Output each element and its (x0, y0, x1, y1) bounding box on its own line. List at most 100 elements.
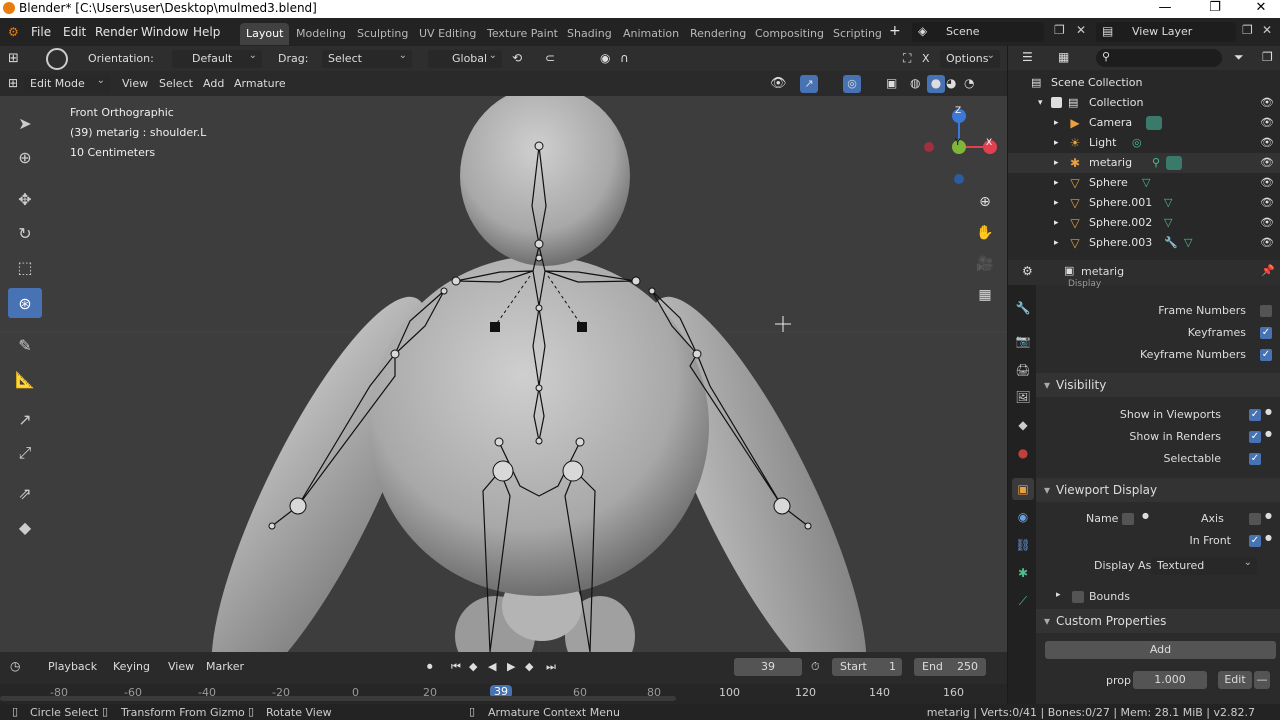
tool-tab-icon[interactable]: 🔧 (1012, 297, 1034, 319)
keyframe-dot-icon[interactable]: ● (1265, 511, 1272, 520)
custom-properties-panel-header[interactable]: Custom Properties (1036, 609, 1280, 633)
mesh-data-icon[interactable]: ▽ (1142, 173, 1150, 193)
select-tool-icon[interactable]: ➤ (8, 108, 42, 138)
frame-numbers-row[interactable]: Frame Numbers (1036, 300, 1280, 322)
keyframes-row[interactable]: Keyframes ✓ (1036, 322, 1280, 344)
visibility-eye-icon[interactable]: 👁 (1260, 173, 1274, 193)
expand-arrow-icon[interactable]: ▸ (1054, 133, 1059, 153)
view-layer-selector[interactable]: ▤ View Layer (1096, 22, 1236, 42)
options-dropdown[interactable]: Options (940, 47, 1000, 68)
editor-type-icon[interactable]: ⊞ (8, 75, 18, 93)
properties-editor-type-icon[interactable]: ⚙ (1022, 264, 1033, 278)
menu-window[interactable]: Window (141, 25, 188, 39)
outliner-row-collection[interactable]: ▾ ▤ Collection 👁 (1008, 93, 1280, 113)
world-tab-icon[interactable]: ● (1012, 442, 1034, 464)
x-mirror-toggle[interactable]: X (922, 50, 930, 68)
timeline-scrollbar[interactable] (0, 696, 676, 701)
bounds-row[interactable]: ▸ Bounds (1036, 586, 1280, 608)
bone-size-tool-icon[interactable]: ⤢ (8, 438, 42, 468)
tab-layout[interactable]: Layout (240, 23, 290, 45)
edit-property-button[interactable]: Edit (1218, 671, 1252, 689)
next-keyframe-icon[interactable]: ◆ (525, 658, 533, 676)
keyframe-dot-icon[interactable]: ● (1265, 429, 1272, 438)
mode-dropdown[interactable]: Edit Mode (24, 72, 110, 93)
camera-data-icon[interactable] (1146, 116, 1162, 130)
armature-data-icon[interactable] (1166, 156, 1182, 170)
tab-texture-paint[interactable]: Texture Paint (481, 23, 564, 45)
name-checkbox[interactable] (1122, 513, 1134, 525)
view-layer-tab-icon[interactable]: 🖼 (1012, 386, 1034, 408)
scene-selector[interactable]: ◈ Scene (912, 22, 1044, 42)
show-in-renders-checkbox[interactable]: ✓ (1249, 431, 1261, 443)
scene-tab-icon[interactable]: ◆ (1012, 414, 1034, 436)
visibility-eye-icon[interactable]: 👁 (1260, 213, 1274, 233)
bone-envelope-tool-icon[interactable]: ◆ (8, 512, 42, 542)
add-workspace-icon[interactable]: + (889, 23, 901, 39)
tab-animation[interactable]: Animation (617, 23, 685, 45)
scale-tool-icon[interactable]: ⬚ (8, 252, 42, 282)
transform-orientation-dropdown[interactable]: Global (428, 47, 502, 68)
rendered-shading-icon[interactable]: ◔ (964, 75, 974, 93)
minimize-button[interactable]: — (1142, 0, 1188, 18)
drag-dropdown[interactable]: Select Circle (322, 47, 412, 82)
visibility-panel-header[interactable]: Visibility (1036, 373, 1280, 397)
outliner-row-object[interactable]: ▸ ▽ Sphere ▽ 👁 (1008, 173, 1280, 193)
solid-shading-icon[interactable]: ● (927, 75, 945, 93)
visibility-eye-icon[interactable]: 👁 (1260, 113, 1274, 133)
delete-scene-icon[interactable]: ✕ (1076, 23, 1086, 37)
annotate-tool-icon[interactable]: ✎ (8, 330, 42, 360)
constraints-tab-icon[interactable]: ⛓ (1012, 534, 1034, 556)
physics-tab-icon[interactable]: ◉ (1012, 506, 1034, 528)
frame-numbers-checkbox[interactable] (1260, 305, 1272, 317)
tab-scripting[interactable]: Scripting (827, 23, 888, 45)
move-tool-icon[interactable]: ✥ (8, 184, 42, 214)
pan-hand-icon[interactable]: ✋ (972, 220, 998, 246)
visibility-eye-icon[interactable]: 👁 (770, 75, 787, 93)
tab-uv-editing[interactable]: UV Editing (413, 23, 482, 45)
extrude-tool-icon[interactable]: ⇗ (8, 478, 42, 508)
play-icon[interactable]: ▶ (507, 658, 515, 676)
keyframe-dot-icon[interactable]: ● (1265, 407, 1272, 416)
menu-playback[interactable]: Playback (48, 658, 97, 676)
material-shading-icon[interactable]: ◕ (946, 75, 956, 93)
menu-render[interactable]: Render (95, 25, 138, 39)
active-tool-icon[interactable] (46, 48, 68, 70)
blender-menu-icon[interactable]: ⚙ (8, 25, 19, 39)
record-icon[interactable]: ⏺ (427, 658, 433, 676)
menu-keying[interactable]: Keying (113, 658, 150, 676)
pivot-point-icon[interactable]: ⟲ (512, 50, 522, 68)
show-in-renders-row[interactable]: Show in Renders ✓ ● (1036, 426, 1280, 448)
in-front-row[interactable]: In Front ✓ ● (1036, 530, 1280, 552)
pin-icon[interactable]: 📌 (1261, 264, 1275, 277)
timeline-editor-type-icon[interactable]: ◷ (10, 658, 20, 676)
pose-icon[interactable]: ⚲ (1152, 153, 1160, 173)
expand-arrow-icon[interactable]: ▸ (1054, 173, 1059, 193)
mesh-data-icon[interactable]: ▽ (1184, 233, 1192, 253)
orientation-dropdown[interactable]: Default (172, 47, 262, 68)
keyframes-checkbox[interactable]: ✓ (1260, 327, 1272, 339)
jump-end-icon[interactable]: ⏭ (546, 658, 556, 676)
tab-modeling[interactable]: Modeling (290, 23, 352, 45)
outliner-row-object[interactable]: ▸ ▽ Sphere.001 ▽ 👁 (1008, 193, 1280, 213)
new-collection-icon[interactable]: ❐ (1262, 50, 1273, 64)
keyframe-numbers-row[interactable]: Keyframe Numbers ✓ (1036, 344, 1280, 366)
roll-tool-icon[interactable]: ↗ (8, 404, 42, 434)
rotate-tool-icon[interactable]: ↻ (8, 218, 42, 248)
wireframe-shading-icon[interactable]: ◍ (910, 75, 920, 93)
falloff-icon[interactable]: ∩ (620, 50, 629, 68)
expand-arrow-icon[interactable]: ▸ (1056, 590, 1061, 600)
play-reverse-icon[interactable]: ◀ (488, 658, 496, 676)
outliner-row-object[interactable]: ▸ ▶ Camera 👁 (1008, 113, 1280, 133)
measure-tool-icon[interactable]: 📐 (8, 364, 42, 394)
perspective-toggle-icon[interactable]: ▦ (972, 282, 998, 308)
tab-rendering[interactable]: Rendering (684, 23, 752, 45)
snap-icon[interactable]: ⊂ (545, 50, 555, 68)
prop-value-field[interactable]: 1.000 (1133, 671, 1207, 689)
menu-view[interactable]: View (122, 75, 148, 93)
add-property-button[interactable]: Add (1045, 641, 1276, 659)
jump-start-icon[interactable]: ⏮ (451, 658, 461, 676)
menu-armature[interactable]: Armature (234, 75, 286, 93)
keyframe-dot-icon[interactable]: ● (1265, 533, 1272, 542)
bounds-checkbox[interactable] (1072, 591, 1084, 603)
close-window-button[interactable]: ✕ (1238, 0, 1280, 18)
